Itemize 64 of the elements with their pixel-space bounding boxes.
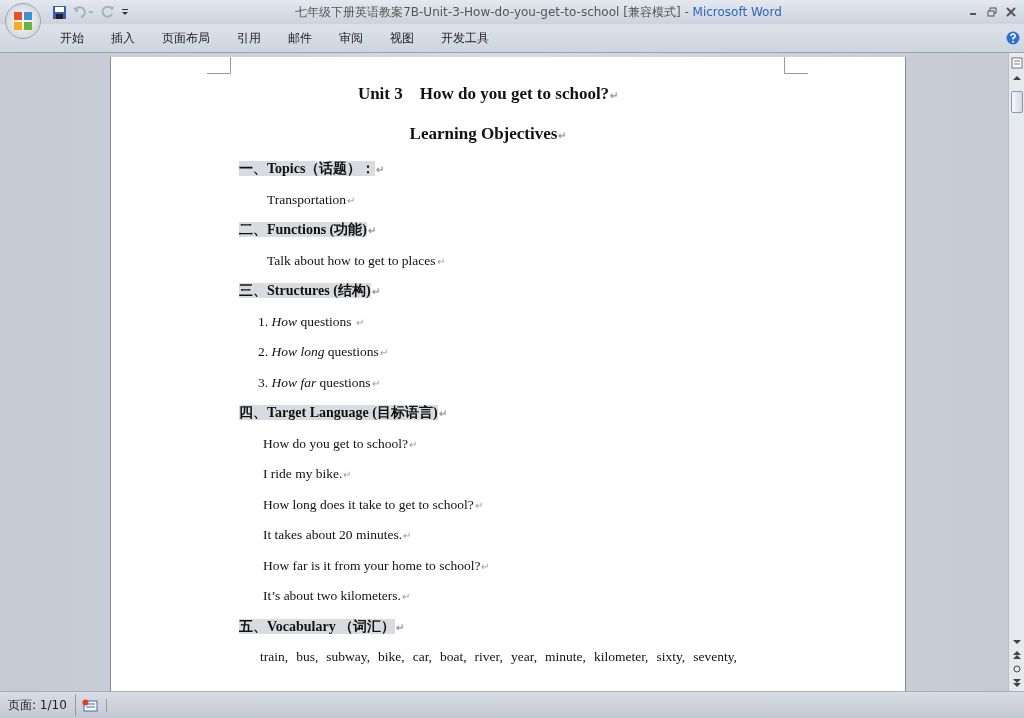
example-sentence: How long does it take to get to school? [263, 496, 474, 512]
body-text: Talk about how to get to places [267, 252, 436, 268]
list-item: 2. How long questions [258, 344, 379, 359]
paragraph-mark: ↵ [474, 499, 483, 511]
macro-record-icon[interactable] [81, 698, 107, 712]
close-icon[interactable] [1006, 7, 1016, 17]
window-title: 七年级下册英语教案7B-Unit-3-How-do-you-get-to-school [兼容模式] - Microsoft Word [295, 3, 782, 21]
customize-icon[interactable] [121, 7, 129, 17]
ribbon-tab[interactable]: 视图 [390, 29, 427, 47]
example-sentence: How far is it from your home to school? [263, 557, 481, 573]
section-heading: 四、Target Language (目标语言) [239, 405, 438, 420]
paragraph-mark: ↵ [376, 164, 385, 175]
paragraph-mark: ↵ [371, 286, 380, 297]
paragraph-mark: ↵ [367, 225, 376, 236]
example-sentence: It’s about two kilometers. [263, 588, 401, 603]
document-title: Unit 3 How do you get to school? [357, 84, 610, 103]
section-heading: 一、Topics（话题）： [239, 161, 376, 176]
save-icon[interactable] [52, 4, 67, 20]
example-sentence: I ride my bike. [263, 466, 343, 481]
paragraph-mark: ↵ [403, 530, 412, 541]
vocabulary-text: train, bus, subway, bike, car, boat, river, year, minute, kilometer, sixty, seventy, [260, 648, 737, 666]
paragraph-mark: ↵ [379, 347, 388, 358]
paragraph-mark: ↵ [558, 130, 567, 141]
paragraph-mark: ↵ [610, 90, 619, 101]
ribbon-tab[interactable]: 页面布局 [162, 29, 223, 47]
paragraph-mark: ↵ [436, 255, 445, 267]
paragraph-mark: ↵ [343, 469, 352, 480]
paragraph-mark: ↵ [438, 408, 447, 419]
paragraph-mark: ↵ [355, 316, 364, 328]
paragraph-mark: ↵ [396, 621, 405, 633]
paragraph-mark: ↵ [409, 438, 418, 450]
crop-mark-icon [207, 57, 231, 74]
section-heading: 三、Structures (结构) [239, 283, 371, 298]
section-heading: 二、Functions (功能) [239, 222, 367, 237]
restore-icon[interactable] [987, 7, 997, 17]
scroll-up-icon[interactable] [1012, 75, 1021, 81]
page-count[interactable]: 页面: 1/10 [0, 694, 76, 716]
office-logo-icon [12, 10, 34, 32]
office-button[interactable] [5, 3, 41, 39]
scroll-down-icon[interactable] [1012, 639, 1021, 645]
ribbon-tab[interactable]: 插入 [111, 29, 148, 47]
example-sentence: How do you get to school? [263, 435, 409, 451]
ruler-toggle-icon[interactable] [1010, 57, 1023, 69]
paragraph-mark: ↵ [481, 560, 490, 572]
document-title: Learning Objectives [409, 124, 558, 143]
ribbon-tab[interactable]: 开发工具 [441, 29, 502, 47]
ribbon-tab[interactable]: 审阅 [339, 29, 376, 47]
paragraph-mark: ↵ [402, 591, 410, 602]
list-item: 1. How questions [258, 313, 353, 329]
ribbon-tab[interactable]: 邮件 [288, 29, 325, 47]
next-page-icon[interactable] [1012, 679, 1021, 687]
browse-object-icon[interactable] [1012, 665, 1021, 673]
help-icon[interactable] [1006, 31, 1020, 45]
ribbon-tab[interactable]: 引用 [237, 29, 274, 47]
body-text: Transportation [267, 191, 346, 207]
example-sentence: It takes about 20 minutes. [263, 527, 403, 542]
section-heading: 五、Vocabulary （词汇） [239, 618, 396, 634]
previous-page-icon[interactable] [1012, 651, 1021, 659]
scroll-thumb[interactable] [1010, 91, 1023, 113]
list-item: 3. How far questions [258, 374, 371, 390]
paragraph-mark: ↵ [371, 377, 380, 389]
ribbon-tab[interactable]: 开始 [60, 29, 97, 47]
crop-mark-icon [784, 57, 808, 74]
paragraph-mark: ↵ [347, 194, 355, 206]
